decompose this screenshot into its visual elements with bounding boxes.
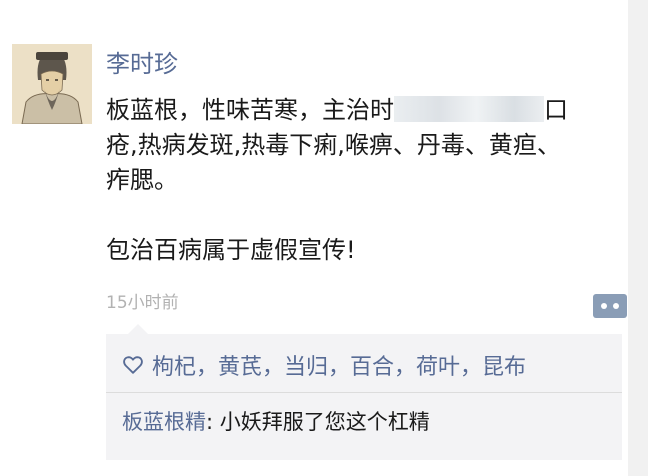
comment-separator: : [206,410,220,434]
post-author-name[interactable]: 李时珍 [106,48,178,80]
avatar[interactable] [12,44,92,124]
likes-comments-panel: 枸杞，黄芪，当归，百合，荷叶，昆布 板蓝根精: 小妖拜服了您这个杠精 [106,324,622,460]
comment-item[interactable]: 板蓝根精: 小妖拜服了您这个杠精 [122,406,612,438]
dot [613,303,619,309]
likes-row: 枸杞，黄芪，当归，百合，荷叶，昆布 [122,348,612,382]
post-text-line-3: 痄腮。 [106,166,178,194]
post-text-line-1: 板蓝根，性味苦寒，主治时 口 [106,93,618,128]
portrait-avatar-icon [12,44,92,124]
post-timestamp: 15小时前 [106,293,179,313]
liked-by-names[interactable]: 枸杞，黄芪，当归，百合，荷叶，昆布 [152,349,526,381]
post-text-line-2: 疮,热病发斑,热毒下痢,喉痹、丹毒、黄疸、 [106,131,561,159]
post-text-line-4: 包治百病属于虚假宣传! [106,236,356,264]
divider [106,392,622,393]
heart-outline-icon [123,356,143,374]
comment-text: 小妖拜服了您这个杠精 [219,410,430,434]
dot [601,303,607,309]
post-content: 板蓝根，性味苦寒，主治时口 疮,热病发斑,热毒下痢,喉痹、丹毒、黄疸、 痄腮。 … [106,93,618,268]
comment-author[interactable]: 板蓝根精 [122,410,206,434]
post-text-line-1-end: 口 [544,96,568,124]
comment-dots-icon[interactable] [593,294,627,318]
redacted-blur-block [394,96,544,122]
right-edge-strip [628,0,648,476]
post-text-line-1-start: 板蓝根，性味苦寒，主治时 [106,96,394,124]
